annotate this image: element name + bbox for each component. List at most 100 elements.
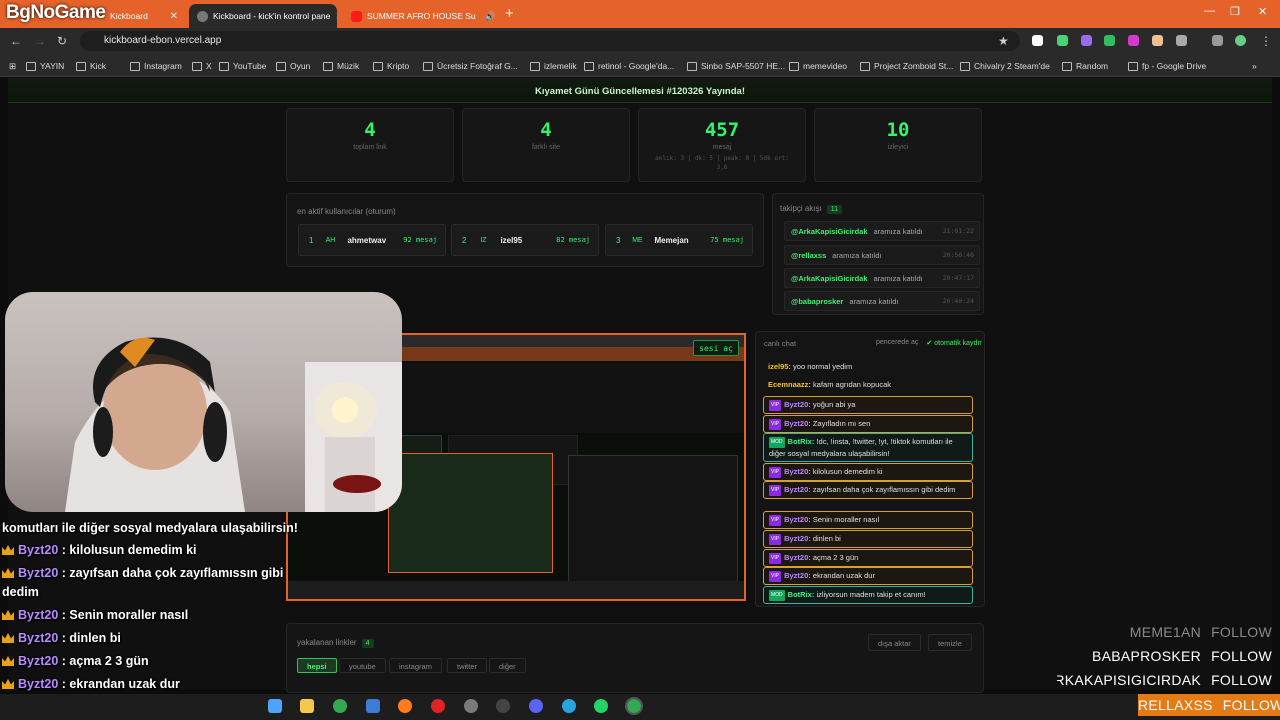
- new-tab-button[interactable]: +: [505, 5, 514, 22]
- bookmark-item[interactable]: Instagram: [130, 61, 182, 71]
- follower-text: aramıza katıldı: [832, 250, 882, 260]
- screen: { "browser": { "tabs": [ {"title": "Kick…: [0, 0, 1280, 720]
- discord-icon[interactable]: [529, 699, 543, 713]
- filter-twitter[interactable]: twitter: [447, 658, 488, 673]
- bookmark-item[interactable]: Müzik: [323, 61, 359, 71]
- bookmark-label: Oyun: [290, 61, 311, 71]
- filter-instagram[interactable]: instagram: [389, 658, 442, 673]
- minimize-button[interactable]: —: [1204, 5, 1215, 17]
- bookmark-item[interactable]: Kripto: [373, 61, 409, 71]
- chat-username[interactable]: Byzt20:: [784, 467, 811, 476]
- overlay-username: Byzt20: [18, 608, 59, 622]
- bookmark-item[interactable]: Random: [1062, 61, 1108, 71]
- chat-username[interactable]: Byzt20:: [784, 485, 811, 494]
- opera-icon[interactable]: [431, 699, 445, 713]
- close-icon[interactable]: ✕: [335, 11, 337, 22]
- filter-youtube[interactable]: youtube: [339, 658, 386, 673]
- chat-username[interactable]: Byzt20:: [784, 400, 811, 409]
- url-input[interactable]: kickboard-ebon.vercel.app: [80, 31, 1020, 51]
- chat-username[interactable]: BotRix:: [788, 437, 815, 446]
- follower-name[interactable]: @ArkaKapisiGicirdak: [791, 227, 868, 236]
- bookmark-item[interactable]: Kick: [76, 61, 106, 71]
- active-user-1[interactable]: 1 AH ahmetwav 92 mesaj: [298, 224, 446, 256]
- unmute-button[interactable]: sesi aç: [693, 340, 739, 356]
- close-window-button[interactable]: ✕: [1258, 5, 1267, 18]
- avatar[interactable]: [1235, 35, 1246, 46]
- bookmark-item[interactable]: izlemelik: [530, 61, 577, 71]
- extension-icon[interactable]: [1032, 35, 1043, 46]
- chrome-icon[interactable]: [333, 699, 347, 713]
- bookmark-item[interactable]: YAYIN: [26, 61, 64, 71]
- bookmark-item[interactable]: Oyun: [276, 61, 310, 71]
- active-user-2[interactable]: 2 IZ izel95 82 mesaj: [451, 224, 599, 256]
- active-user-3[interactable]: 3 ME Memejan 75 mesaj: [605, 224, 753, 256]
- globe-icon: [197, 10, 208, 22]
- firefox-icon[interactable]: [398, 699, 412, 713]
- live-chat-title: canlı chat: [764, 339, 797, 348]
- extensions-puzzle-icon[interactable]: [1176, 35, 1187, 46]
- audio-icon[interactable]: 🔊: [485, 11, 496, 22]
- chat-username[interactable]: Byzt20:: [784, 553, 811, 562]
- reading-list-icon[interactable]: [1212, 35, 1223, 46]
- folder-icon: [323, 61, 333, 71]
- chat-username[interactable]: Ecemnaazz:: [768, 380, 811, 389]
- clear-button[interactable]: temizle: [928, 634, 972, 651]
- tab-summer-afro-house[interactable]: SUMMER AFRO HOUSE Su 🔊 ✕: [343, 4, 498, 28]
- follow-alert-latest: RELLAXSS FOLLOW: [1138, 694, 1280, 716]
- menu-dots-icon[interactable]: ⋮: [1260, 34, 1272, 48]
- bookmark-item[interactable]: memevideo: [789, 61, 847, 71]
- stream-brand-logo: BgNoGame: [6, 2, 106, 23]
- chevron-right-icon[interactable]: »: [1252, 61, 1257, 71]
- mail-icon[interactable]: [366, 699, 380, 713]
- bookmark-item[interactable]: Project Zomboid St...: [860, 61, 953, 71]
- chat-username[interactable]: Byzt20:: [784, 515, 811, 524]
- chat-username[interactable]: Byzt20:: [784, 534, 811, 543]
- extension-icon[interactable]: [1057, 35, 1068, 46]
- maximize-button[interactable]: ❐: [1230, 5, 1240, 18]
- folder-icon: [130, 61, 140, 71]
- close-icon[interactable]: ✕: [170, 11, 178, 22]
- popout-button[interactable]: pencerede aç: [876, 339, 918, 347]
- forward-icon[interactable]: →: [34, 34, 46, 48]
- file-explorer-icon[interactable]: [300, 699, 314, 713]
- bookmark-item[interactable]: Sinbo SAP-5507 HE...: [687, 61, 785, 71]
- overlay-username: Byzt20: [18, 631, 59, 645]
- extension-icon[interactable]: [1104, 35, 1115, 46]
- bookmark-star-icon[interactable]: ★: [998, 34, 1009, 48]
- app-icon[interactable]: [464, 699, 478, 713]
- export-button[interactable]: dışa aktar: [868, 634, 921, 651]
- obs-icon[interactable]: [496, 699, 510, 713]
- folder-icon: [1062, 61, 1072, 71]
- extension-icon[interactable]: [1081, 35, 1092, 46]
- back-icon[interactable]: ←: [10, 34, 22, 48]
- vip-badge: VIP: [769, 419, 782, 430]
- chat-username[interactable]: Byzt20:: [784, 571, 811, 580]
- bookmark-label: Müzik: [337, 61, 360, 71]
- extension-icon[interactable]: [1152, 35, 1163, 46]
- follower-name[interactable]: @babaprosker: [791, 297, 843, 306]
- widgets-icon[interactable]: [268, 699, 282, 713]
- follower-name[interactable]: @ArkaKapisiGicirdak: [791, 274, 868, 283]
- bookmark-item[interactable]: Ücretsiz Fotoğraf G...: [423, 61, 518, 71]
- filter-all[interactable]: hepsi: [297, 658, 337, 673]
- chat-username[interactable]: izel95:: [768, 362, 791, 371]
- autoscroll-toggle[interactable]: ✔ otomatik kaydır: [926, 339, 981, 347]
- tab-kickboard-panel[interactable]: Kickboard - kick'in kontrol pane ✕: [189, 4, 337, 28]
- overlay-username: Byzt20: [18, 566, 59, 580]
- bookmark-item[interactable]: X: [192, 61, 212, 71]
- chat-message: VIP Byzt20: Senin moraller nasıl: [763, 511, 973, 529]
- extension-icon[interactable]: [1128, 35, 1139, 46]
- bookmark-item[interactable]: YouTube: [219, 61, 266, 71]
- bookmark-item[interactable]: Chivalry 2 Steam'de: [960, 61, 1050, 71]
- telegram-icon[interactable]: [562, 699, 576, 713]
- apps-grid-icon[interactable]: ⊞: [9, 61, 16, 72]
- filter-other[interactable]: diğer: [489, 658, 526, 673]
- whatsapp-icon[interactable]: [594, 699, 608, 713]
- chat-username[interactable]: Byzt20:: [784, 419, 811, 428]
- reload-icon[interactable]: ↻: [57, 34, 67, 48]
- follower-name[interactable]: @rellaxss: [791, 251, 826, 260]
- bookmark-item[interactable]: fp - Google Drive: [1128, 61, 1206, 71]
- chrome-active-icon[interactable]: [625, 697, 643, 715]
- bookmark-item[interactable]: retinol - Google'da...: [584, 61, 674, 71]
- chat-username[interactable]: BotRix:: [788, 590, 815, 599]
